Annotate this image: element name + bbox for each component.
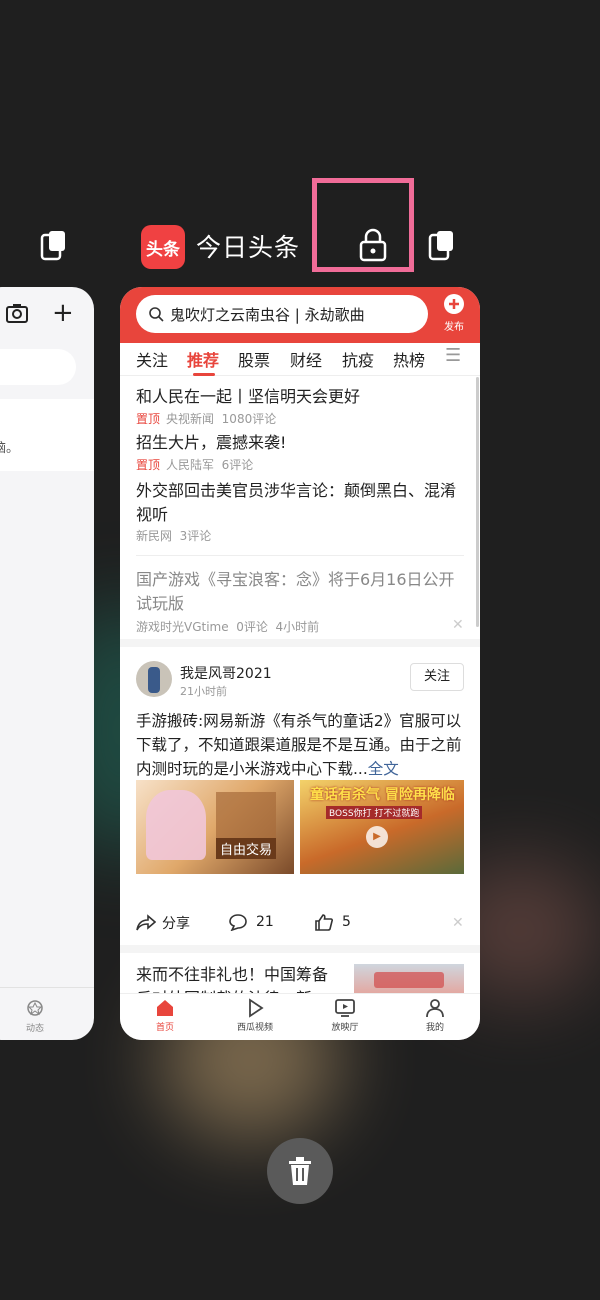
comment-count: 21 [256,914,274,930]
split-screen-icon[interactable] [428,229,456,265]
partial-news-image[interactable] [354,964,464,994]
nav-home[interactable]: 首页 [135,998,195,1033]
like-button[interactable]: 5 [314,913,351,931]
divider [136,555,464,556]
trash-icon [289,1157,311,1185]
nav-xigua-video[interactable]: 西瓜视频 [225,998,285,1033]
nav-xigua-label: 西瓜视频 [236,1023,273,1033]
person-icon [426,999,444,1018]
tv-icon [335,999,355,1017]
top-bar: 鬼吹灯之云南虫谷 | 永劫歌曲 发布 [120,287,480,343]
news-source: 游戏时光VGtime [136,620,229,634]
comment-button[interactable]: 21 [228,913,274,931]
news-comments: 0评论 [236,620,268,634]
follow-button[interactable]: 关注 [410,663,464,691]
publish-label: 发布 [444,322,464,333]
tab-stocks[interactable]: 股票 [238,347,270,371]
news-source: 人民陆军 [166,458,215,472]
news-source: 央视新闻 [166,412,215,426]
news-meta: 置顶 人民陆军 6评论 [136,456,253,473]
post-image-1[interactable]: 自由交易 [136,780,294,874]
nav-home-label: 首页 [155,1023,174,1033]
news-title[interactable]: 外交部回击美官员涉华言论：颠倒黑白、混淆视听 [136,479,456,527]
dynamic-icon [27,1000,43,1016]
tab-hot[interactable]: 热榜 [393,347,425,371]
pinned-badge: 置顶 [136,412,161,426]
read-more-link[interactable]: 全文 [368,760,399,778]
channel-tabs: 关注 推荐 股票 财经 抗疫 热榜 ☰ [120,343,480,376]
post-image-2[interactable]: 童话有杀气 冒险再降临 BOSS你打 打不过就跑 ▶ [300,780,464,874]
tab-epidemic[interactable]: 抗疫 [342,347,374,371]
split-screen-icon[interactable] [40,229,68,265]
bottom-nav: 首页 西瓜视频 放映厅 我的 [120,993,480,1040]
app-logo: 头条 [141,225,185,269]
bottom-divider [0,987,94,988]
play-triangle-icon [249,998,264,1018]
section-gap [120,945,480,953]
nav-cinema-label: 放映厅 [331,1023,359,1033]
tab-finance[interactable]: 财经 [290,347,322,371]
bottom-nav-dynamic[interactable]: 动态 [20,999,50,1034]
news-meta: 置顶 央视新闻 1080评论 [136,410,276,427]
image1-caption: 自由交易 [216,838,277,859]
post-body: 手游搬砖:网易新游《有杀气的童话2》官服可以下载了，不知道跟渠道服是不是互通。由… [136,712,462,778]
content-panel [0,399,94,471]
news-title[interactable]: 和人民在一起丨坚信明天会更好 [136,385,456,409]
app-title: 今日头条 [196,233,301,262]
news-source: 新民网 [136,529,173,543]
tab-follow[interactable]: 关注 [136,347,168,371]
recent-app-card-toutiao[interactable]: 鬼吹灯之云南虫谷 | 永劫歌曲 发布 关注 推荐 股票 财经 抗疫 热榜 ☰ 和… [120,287,480,1040]
news-meta: 游戏时光VGtime 0评论 4小时前 [136,618,319,635]
recent-app-card-left[interactable]: + 电脑。 动态 [0,287,94,1040]
news-title[interactable]: 国产游戏《寻宝浪客：念》将于6月16日公开试玩版 [136,568,456,616]
search-query: 鬼吹灯之云南虫谷 | 永劫歌曲 [170,305,365,324]
share-icon [136,914,156,931]
news-meta: 新民网 3评论 [136,527,211,544]
play-icon[interactable]: ▶ [366,826,388,848]
avatar[interactable] [136,661,172,697]
news-title-partial[interactable]: 来而不往非礼也！中国筹备反对外国制裁的法律，新法... [136,963,340,993]
search-icon [149,307,164,322]
pinned-badge: 置顶 [136,458,161,472]
thumbs-up-icon [315,914,333,931]
bottom-label-dynamic: 动态 [25,1024,44,1034]
active-tab-indicator [193,373,215,376]
image2-caption: 童话有杀气 冒险再降临 [310,787,455,803]
home-icon [157,1000,173,1016]
author-name[interactable]: 我是风哥2021 [180,663,272,683]
clear-all-button[interactable] [267,1138,333,1204]
news-comments: 6评论 [221,458,254,472]
dislike-icon[interactable]: ✕ [452,617,464,633]
news-comments: 3评论 [179,529,212,543]
partial-news-text: 来而不往非礼也！中国筹备反对外国制裁的法律，新法... [136,965,329,993]
search-input[interactable]: 鬼吹灯之云南虫谷 | 永劫歌曲 [136,295,428,333]
scrollbar[interactable] [476,377,479,627]
tab-recommend[interactable]: 推荐 [187,347,219,371]
add-icon[interactable]: + [52,300,74,326]
news-comments: 1080评论 [221,412,277,426]
news-title[interactable]: 招生大片，震撼来袭! [136,431,456,455]
nav-mine[interactable]: 我的 [405,998,465,1033]
dislike-icon[interactable]: ✕ [452,915,464,931]
camera-icon[interactable] [6,303,28,327]
lock-icon[interactable] [358,228,388,266]
share-label: 分享 [162,916,190,932]
share-button[interactable]: 分享 [136,913,190,933]
post-time: 21小时前 [180,685,227,698]
menu-icon[interactable]: ☰ [445,345,461,366]
search-field[interactable] [0,349,76,385]
comment-icon [229,914,247,931]
nav-cinema[interactable]: 放映厅 [315,998,375,1033]
image2-subcaption: BOSS你打 打不过就跑 [326,806,423,819]
news-time: 4小时前 [275,620,320,634]
like-count: 5 [342,914,351,930]
nav-mine-label: 我的 [425,1023,444,1033]
plus-circle-icon [444,294,464,314]
publish-button[interactable]: 发布 [436,293,472,333]
post-text[interactable]: 手游搬砖:网易新游《有杀气的童话2》官服可以下载了，不知道跟渠道服是不是互通。由… [136,709,464,781]
partial-text: 电脑。 [0,441,20,456]
section-gap [120,639,480,647]
